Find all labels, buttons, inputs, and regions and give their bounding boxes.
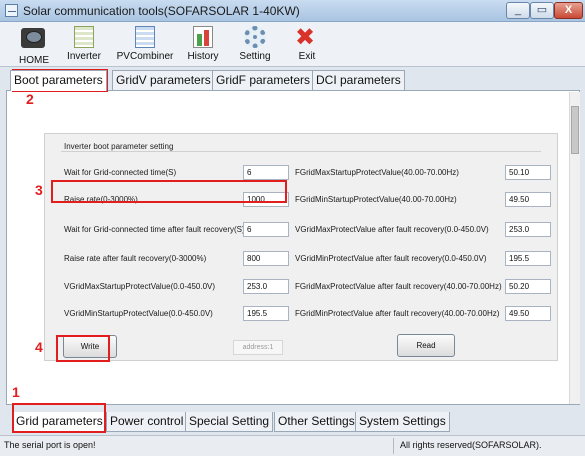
tab-gridv-parameters[interactable]: GridV parameters — [112, 70, 215, 90]
toolbar-setting-button[interactable]: Setting — [235, 24, 275, 65]
annotation-number-1: 1 — [12, 384, 20, 400]
pvcombiner-icon — [132, 24, 158, 50]
field-input[interactable]: 49.50 — [505, 192, 551, 207]
field-label: Raise rate(0-3000%) — [64, 195, 138, 204]
toolbar-history-label: History — [187, 51, 219, 62]
status-divider — [393, 438, 394, 454]
tab-special-setting[interactable]: Special Setting — [185, 412, 274, 432]
group-title: Inverter boot parameter setting — [64, 142, 174, 151]
field-label: Raise rate after fault recovery(0-3000%) — [64, 254, 207, 263]
field-input[interactable]: 50.20 — [505, 279, 551, 294]
minimize-button[interactable]: _ — [506, 2, 530, 19]
boot-parameter-group: Inverter boot parameter setting Wait for… — [44, 133, 558, 361]
field-input[interactable]: 195.5 — [505, 251, 551, 266]
field-label: Wait for Grid-connected time after fault… — [64, 225, 245, 234]
toolbar-pvcombiner-label: PVCombiner — [116, 51, 174, 62]
field-input[interactable]: 50.10 — [505, 165, 551, 180]
tab-system-settings[interactable]: System Settings — [355, 412, 450, 432]
field-label: VGridMinStartupProtectValue(0.0-450.0V) — [64, 309, 213, 318]
tab-other-settings[interactable]: Other Settings — [274, 412, 359, 432]
copyright-text: All rights reserved(SOFARSOLAR). — [400, 440, 542, 450]
field-input[interactable]: 49.50 — [505, 306, 551, 321]
maximize-button[interactable]: ▭ — [530, 2, 554, 19]
toolbar-home-button[interactable]: HOME — [14, 24, 54, 66]
toolbar-inverter-button[interactable]: Inverter — [63, 24, 105, 65]
gear-icon — [242, 24, 268, 50]
status-message: The serial port is open! — [4, 440, 96, 450]
group-divider — [61, 151, 541, 152]
toolbar-history-button[interactable]: History — [183, 24, 223, 65]
field-label: FGridMaxStartupProtectValue(40.00-70.00H… — [295, 168, 459, 177]
history-icon — [190, 24, 216, 50]
field-label: FGridMaxProtectValue after fault recover… — [295, 282, 502, 291]
field-input[interactable]: 253.0 — [243, 279, 289, 294]
tab-grid-parameters[interactable]: Grid parameters — [12, 412, 107, 432]
app-icon — [5, 4, 18, 17]
tab-gridf-parameters[interactable]: GridF parameters — [212, 70, 315, 90]
boot-parameters-panel: Inverter boot parameter setting Wait for… — [6, 90, 580, 405]
tab-power-control[interactable]: Power control — [106, 412, 188, 432]
field-input[interactable]: 6 — [243, 222, 289, 237]
field-input[interactable]: 1000 — [243, 192, 289, 207]
toolbar-exit-label: Exit — [298, 51, 316, 62]
toolbar-home-label: HOME — [19, 55, 49, 66]
field-label: FGridMinStartupProtectValue(40.00-70.00H… — [295, 195, 457, 204]
app-window: Solar communication tools(SOFARSOLAR 1-4… — [0, 0, 585, 456]
tab-dci-parameters[interactable]: DCI parameters — [312, 70, 405, 90]
field-label: FGridMinProtectValue after fault recover… — [295, 309, 500, 318]
home-icon — [21, 28, 47, 54]
field-input[interactable]: 253.0 — [505, 222, 551, 237]
status-bar: The serial port is open! All rights rese… — [0, 435, 585, 456]
toolbar-exit-button[interactable]: ✖ Exit — [290, 24, 324, 65]
field-label: VGridMinProtectValue after fault recover… — [295, 254, 487, 263]
tab-boot-parameters[interactable]: Boot parameters — [10, 70, 107, 91]
field-input[interactable]: 195.5 — [243, 306, 289, 321]
field-input[interactable]: 6 — [243, 165, 289, 180]
toolbar-pvcombiner-button[interactable]: PVCombiner — [114, 24, 176, 65]
inverter-icon — [71, 24, 97, 50]
write-button[interactable]: Write — [63, 335, 117, 358]
close-icon: ✖ — [295, 23, 316, 51]
toolbar-inverter-label: Inverter — [67, 51, 101, 62]
address-display: address:1 — [233, 340, 283, 355]
toolbar-setting-label: Setting — [239, 51, 271, 62]
close-window-button[interactable]: X — [554, 2, 583, 19]
title-bar[interactable]: Solar communication tools(SOFARSOLAR 1-4… — [0, 0, 585, 22]
field-label: Wait for Grid-connected time(S) — [64, 168, 177, 177]
vertical-scrollbar[interactable] — [569, 92, 580, 404]
field-input[interactable]: 800 — [243, 251, 289, 266]
toolbar: HOME Inverter PVCombiner History Setting… — [0, 22, 585, 67]
window-title: Solar communication tools(SOFARSOLAR 1-4… — [23, 4, 300, 18]
annotation-number-4: 4 — [35, 339, 43, 355]
scrollbar-thumb[interactable] — [571, 106, 579, 154]
field-label: VGridMaxProtectValue after fault recover… — [295, 225, 489, 234]
annotation-number-3: 3 — [35, 182, 43, 198]
read-button[interactable]: Read — [397, 334, 455, 357]
field-label: VGridMaxStartupProtectValue(0.0-450.0V) — [64, 282, 216, 291]
annotation-number-2: 2 — [26, 91, 34, 107]
